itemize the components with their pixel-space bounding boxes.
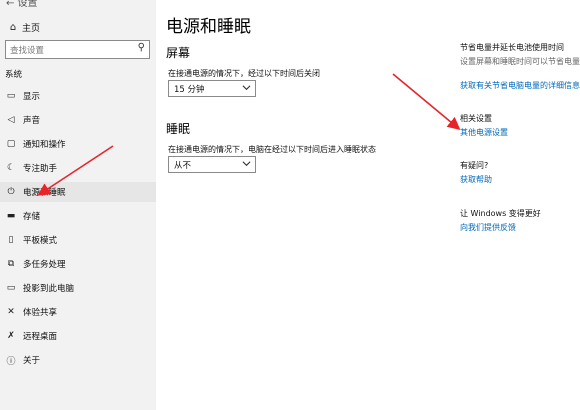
sidebar-item-remote-desktop[interactable]: ✗ 远程桌面	[0, 326, 156, 346]
search-icon[interactable]: ⚲	[138, 42, 145, 53]
sidebar-item-label: 远程桌面	[23, 332, 58, 342]
search-placeholder: 查找设置	[10, 46, 45, 56]
sidebar-item-tablet-mode[interactable]: ▯ 平板模式	[0, 230, 156, 250]
related-panel: 节省电量并延长电池使用时间 设置屏幕和睡眠时间可以节省电量。 获取有关节省电脑电…	[460, 0, 580, 410]
sidebar-item-label: 主页	[22, 23, 41, 34]
other-power-settings-link[interactable]: 其他电源设置	[460, 127, 508, 138]
battery-description: 设置屏幕和睡眠时间可以节省电量。	[460, 57, 580, 66]
sidebar-item-project[interactable]: ▭ 投影到此电脑	[0, 278, 156, 298]
sidebar-item-label: 专注助手	[23, 164, 58, 174]
sidebar-item-power-sleep[interactable]: ⏻ 电源和睡眠	[0, 182, 156, 202]
back-button[interactable]: ← 设置	[6, 0, 38, 9]
sidebar-item-label: 体验共享	[23, 308, 58, 318]
sidebar-item-display[interactable]: ▭ 显示	[0, 86, 156, 106]
page-title: 电源和睡眠	[166, 17, 251, 37]
sleep-timeout-value: 从不	[174, 161, 192, 171]
share-icon: ✕	[7, 307, 15, 317]
sidebar-item-label: 显示	[23, 92, 41, 102]
info-icon: ⓘ	[6, 356, 16, 367]
sleep-section-title: 睡眠	[166, 122, 191, 136]
storage-icon: ▬	[6, 211, 16, 221]
sidebar-item-shared-experiences[interactable]: ✕ 体验共享	[0, 302, 156, 322]
sidebar-item-home[interactable]: ⌂ 主页	[0, 17, 156, 37]
battery-info-link[interactable]: 获取有关节省电脑电量的详细信息	[460, 80, 580, 91]
monitor-icon: ▭	[6, 91, 16, 101]
multitask-icon: ⧉	[7, 259, 15, 269]
sidebar-item-storage[interactable]: ▬ 存储	[0, 206, 156, 226]
tablet-icon: ▯	[8, 235, 14, 245]
screen-timeout-label: 在接通电源的情况下，经过以下时间后关闭	[168, 69, 320, 78]
screen-timeout-dropdown[interactable]: 15 分钟	[168, 80, 256, 97]
sidebar-item-label: 通知和操作	[23, 140, 66, 150]
related-settings-heading: 相关设置	[460, 114, 492, 123]
chevron-down-icon	[242, 161, 251, 167]
sidebar-item-focus-assist[interactable]: ☾ 专注助手	[0, 158, 156, 178]
sidebar-item-label: 平板模式	[23, 236, 58, 246]
sidebar-item-label: 声音	[23, 116, 41, 126]
sidebar-item-label: 关于	[23, 356, 41, 366]
sidebar-item-label: 投影到此电脑	[23, 284, 75, 294]
sidebar: ← 设置 ⌂ 主页 查找设置 ⚲ 系统 ▭ 显示 ◁ 声音 ▢ 通知和操作 ☾ …	[0, 0, 156, 410]
sleep-timeout-dropdown[interactable]: 从不	[168, 156, 256, 173]
sidebar-item-label: 电源和睡眠	[23, 188, 66, 198]
home-icon: ⌂	[9, 21, 17, 33]
power-icon: ⏻	[7, 187, 15, 197]
sidebar-item-about[interactable]: ⓘ 关于	[0, 350, 156, 370]
screen-section-title: 屏幕	[166, 46, 191, 60]
speaker-icon: ◁	[7, 115, 15, 125]
moon-icon: ☾	[6, 163, 16, 173]
sidebar-item-label: 存储	[23, 212, 41, 222]
project-icon: ▭	[6, 283, 16, 293]
sidebar-section-title: 系统	[5, 70, 23, 80]
sidebar-item-sound[interactable]: ◁ 声音	[0, 110, 156, 130]
question-heading: 有疑问?	[460, 161, 489, 170]
chevron-down-icon	[242, 85, 251, 91]
feedback-link[interactable]: 向我们提供反馈	[460, 222, 516, 233]
sleep-timeout-label: 在接通电源的情况下，电脑在经过以下时间后进入睡眠状态	[168, 145, 376, 154]
sidebar-item-multitasking[interactable]: ⧉ 多任务处理	[0, 254, 156, 274]
sidebar-item-label: 多任务处理	[23, 260, 66, 270]
get-help-link[interactable]: 获取帮助	[460, 174, 492, 185]
sidebar-item-notifications[interactable]: ▢ 通知和操作	[0, 134, 156, 154]
remote-icon: ✗	[7, 331, 15, 341]
windows-feedback-heading: 让 Windows 变得更好	[460, 209, 541, 218]
search-input[interactable]: 查找设置 ⚲	[5, 40, 150, 59]
screen-timeout-value: 15 分钟	[174, 85, 205, 95]
battery-heading: 节省电量并延长电池使用时间	[460, 43, 564, 52]
notification-icon: ▢	[6, 139, 16, 149]
